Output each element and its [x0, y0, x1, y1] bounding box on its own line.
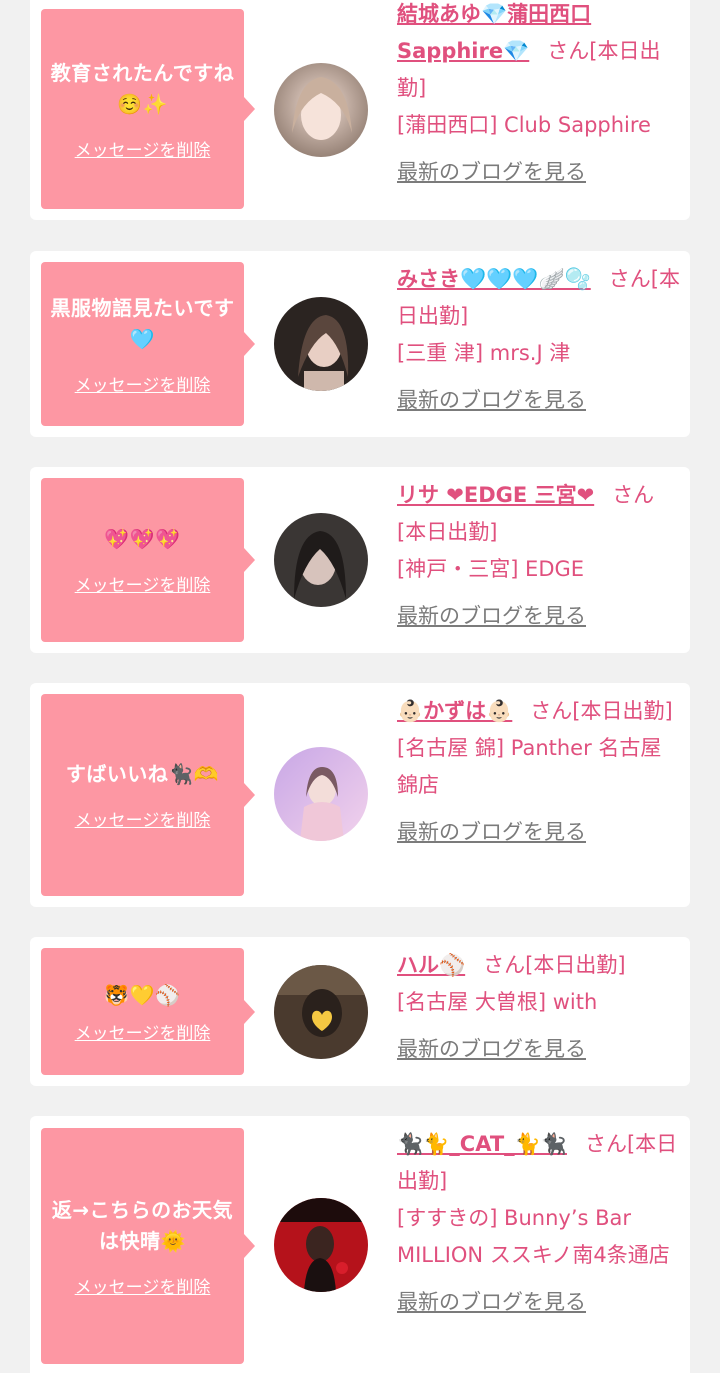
shop-name: [蒲田西口] Club Sapphire — [397, 113, 651, 137]
cast-name-link[interactable]: リサ ❤EDGE 三宮❤ — [397, 483, 594, 507]
latest-blog-link[interactable]: 最新のブログを見る — [397, 1284, 681, 1321]
shop-name: [すすきの] Bunny’s Bar MILLION ススキノ南4条通店 — [397, 1206, 670, 1267]
avatar-photo-icon — [274, 747, 368, 841]
delete-message-link[interactable]: メッセージを削除 — [75, 1019, 211, 1044]
message-list: 教育されたんですね☺️✨ メッセージを削除 結城あゆ💎蒲田西口Sapphire💎… — [0, 0, 720, 1373]
delete-message-link[interactable]: メッセージを削除 — [75, 806, 211, 831]
message-text: 黒服物語見たいです🩵 — [50, 295, 235, 351]
message-text: 教育されたんですね☺️✨ — [50, 60, 235, 116]
avatar-photo-icon — [274, 513, 368, 607]
cast-name-link[interactable]: 👶🏻かずは👶🏻 — [397, 699, 512, 723]
message-card: 🐯💛⚾️ メッセージを削除 ハル⚾️ さん[本日出勤] [名古屋 大曽根] wit… — [30, 937, 690, 1086]
message-card: 返→こちらのお天気は快晴🌞 メッセージを削除 🐈‍⬛🐈_CAT_🐈🐈‍⬛ さん[本… — [30, 1116, 690, 1373]
latest-blog-link[interactable]: 最新のブログを見る — [397, 154, 681, 191]
cast-suffix: さん[本日出勤] — [530, 699, 673, 723]
message-bubble: 💖💖💖 メッセージを削除 — [41, 478, 255, 642]
shop-name: [三重 津] mrs.J 津 — [397, 341, 571, 365]
shop-name: [神戸・三宮] EDGE — [397, 557, 585, 581]
avatar-photo-icon — [274, 63, 368, 157]
shop-name: [名古屋 大曽根] with — [397, 990, 598, 1014]
avatar[interactable] — [274, 297, 368, 391]
message-card: 黒服物語見たいです🩵 メッセージを削除 みさき🩵🩵🩵🪽🫧 さん[本日出勤] [三重… — [30, 251, 690, 437]
shop-name: [名古屋 錦] Panther 名古屋錦店 — [397, 736, 662, 797]
latest-blog-link[interactable]: 最新のブログを見る — [397, 814, 681, 851]
cast-name-link[interactable]: ハル⚾️ — [397, 953, 465, 977]
avatar[interactable] — [274, 513, 368, 607]
cast-info: リサ ❤EDGE 三宮❤ さん[本日出勤] [神戸・三宮] EDGE 最新のブログ… — [397, 477, 681, 635]
message-card: 💖💖💖 メッセージを削除 リサ ❤EDGE 三宮❤ さん[本日出勤] [神戸・三宮… — [30, 467, 690, 653]
cast-info: みさき🩵🩵🩵🪽🫧 さん[本日出勤] [三重 津] mrs.J 津 最新のブログを見… — [397, 261, 681, 419]
cast-info: ハル⚾️ さん[本日出勤] [名古屋 大曽根] with 最新のブログを見る — [397, 947, 681, 1068]
latest-blog-link[interactable]: 最新のブログを見る — [397, 382, 681, 419]
message-text: 💖💖💖 — [104, 527, 181, 551]
message-text: 🐯💛⚾️ — [104, 982, 181, 1007]
cast-info: 👶🏻かずは👶🏻 さん[本日出勤] [名古屋 錦] Panther 名古屋錦店 最新… — [397, 693, 681, 851]
avatar[interactable] — [274, 965, 368, 1059]
delete-message-link[interactable]: メッセージを削除 — [75, 571, 211, 596]
avatar-photo-icon — [274, 1198, 368, 1292]
avatar[interactable] — [274, 1198, 368, 1292]
message-text: 返→こちらのお天気は快晴🌞 — [51, 1197, 234, 1253]
message-bubble: 返→こちらのお天気は快晴🌞 メッセージを削除 — [41, 1128, 255, 1364]
cast-info: 🐈‍⬛🐈_CAT_🐈🐈‍⬛ さん[本日出勤] [すすきの] Bunny’s Bar… — [397, 1126, 681, 1321]
avatar-photo-icon — [274, 297, 368, 391]
delete-message-link[interactable]: メッセージを削除 — [75, 371, 211, 396]
cast-name-link[interactable]: 🐈‍⬛🐈_CAT_🐈🐈‍⬛ — [397, 1132, 567, 1156]
cast-suffix: さん[本日出勤] — [483, 953, 626, 977]
avatar-photo-icon — [274, 965, 368, 1059]
cast-name-link[interactable]: みさき🩵🩵🩵🪽🫧 — [397, 267, 591, 291]
cast-info: 結城あゆ💎蒲田西口Sapphire💎 さん[本日出勤] [蒲田西口] Club S… — [397, 0, 681, 191]
latest-blog-link[interactable]: 最新のブログを見る — [397, 1031, 681, 1068]
message-card: すばいいね🐈‍⬛🫶 メッセージを削除 👶🏻かずは👶🏻 さん[本日出勤] [名古屋 … — [30, 683, 690, 907]
avatar[interactable] — [274, 747, 368, 841]
message-bubble: 教育されたんですね☺️✨ メッセージを削除 — [41, 9, 255, 209]
message-bubble: すばいいね🐈‍⬛🫶 メッセージを削除 — [41, 694, 255, 896]
delete-message-link[interactable]: メッセージを削除 — [75, 1273, 211, 1298]
message-bubble: 黒服物語見たいです🩵 メッセージを削除 — [41, 262, 255, 426]
latest-blog-link[interactable]: 最新のブログを見る — [397, 598, 681, 635]
message-bubble: 🐯💛⚾️ メッセージを削除 — [41, 948, 255, 1075]
avatar[interactable] — [274, 63, 368, 157]
delete-message-link[interactable]: メッセージを削除 — [75, 136, 211, 161]
message-card: 教育されたんですね☺️✨ メッセージを削除 結城あゆ💎蒲田西口Sapphire💎… — [30, 0, 690, 220]
message-text: すばいいね🐈‍⬛🫶 — [65, 762, 220, 786]
